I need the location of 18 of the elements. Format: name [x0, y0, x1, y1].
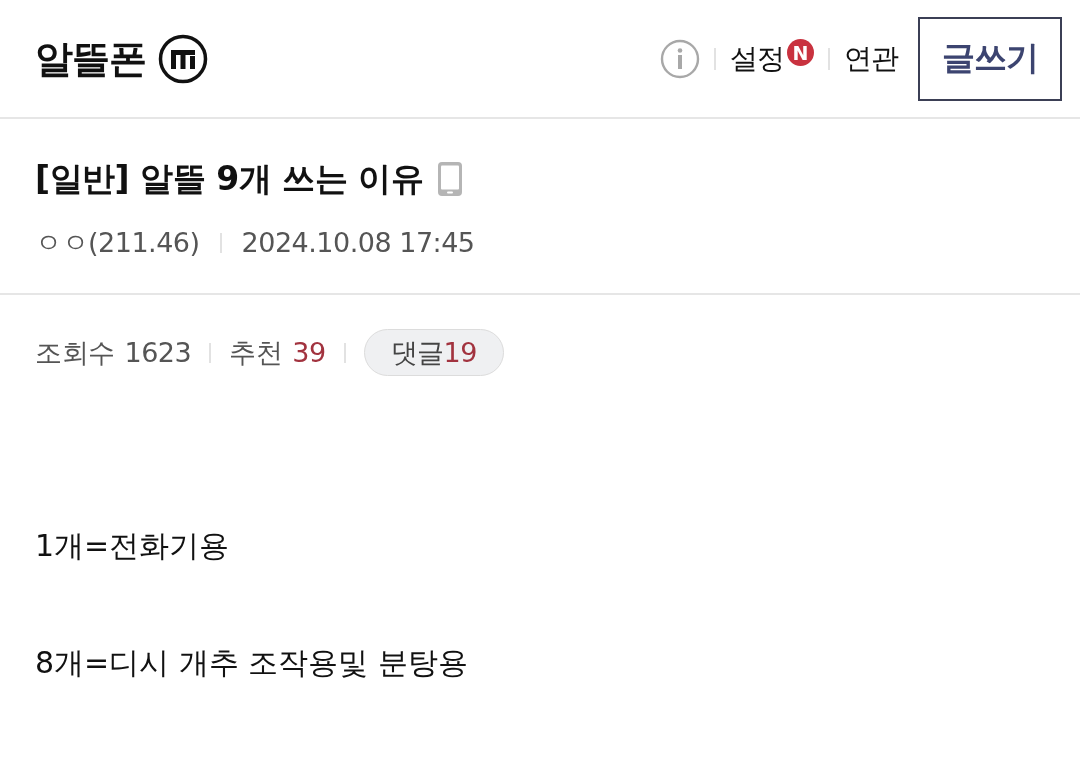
circle-m-icon — [158, 33, 208, 84]
stat-label: 조회수 — [35, 335, 115, 370]
body-text: 1개=전화기용 — [35, 527, 231, 565]
header-link[interactable]: 연관 — [844, 38, 898, 79]
new-badge: N — [787, 39, 814, 66]
write-button[interactable]: 글쓰기 — [918, 16, 1062, 101]
stat-label: 추천 — [229, 335, 283, 370]
post-date: 2024.10.08 17:45 — [241, 226, 475, 260]
body-text: 8개=디시 개추 조작용및 분탕용 — [35, 644, 469, 682]
header-link[interactable]: 설정 — [730, 38, 784, 79]
stat-value: 1623 — [124, 335, 192, 370]
comment-count-button[interactable]: 댓글19 — [363, 329, 504, 376]
author-name[interactable]: ㅇㅇ(211.46) — [35, 223, 200, 263]
stat-value: 39 — [292, 335, 326, 370]
post-title: [일반] 알뜰 9개 쓰는 이유 — [35, 158, 424, 200]
smartphone-icon — [437, 161, 464, 197]
info-icon[interactable] — [660, 38, 700, 79]
gallery-title[interactable]: 알뜰폰 — [35, 34, 146, 83]
